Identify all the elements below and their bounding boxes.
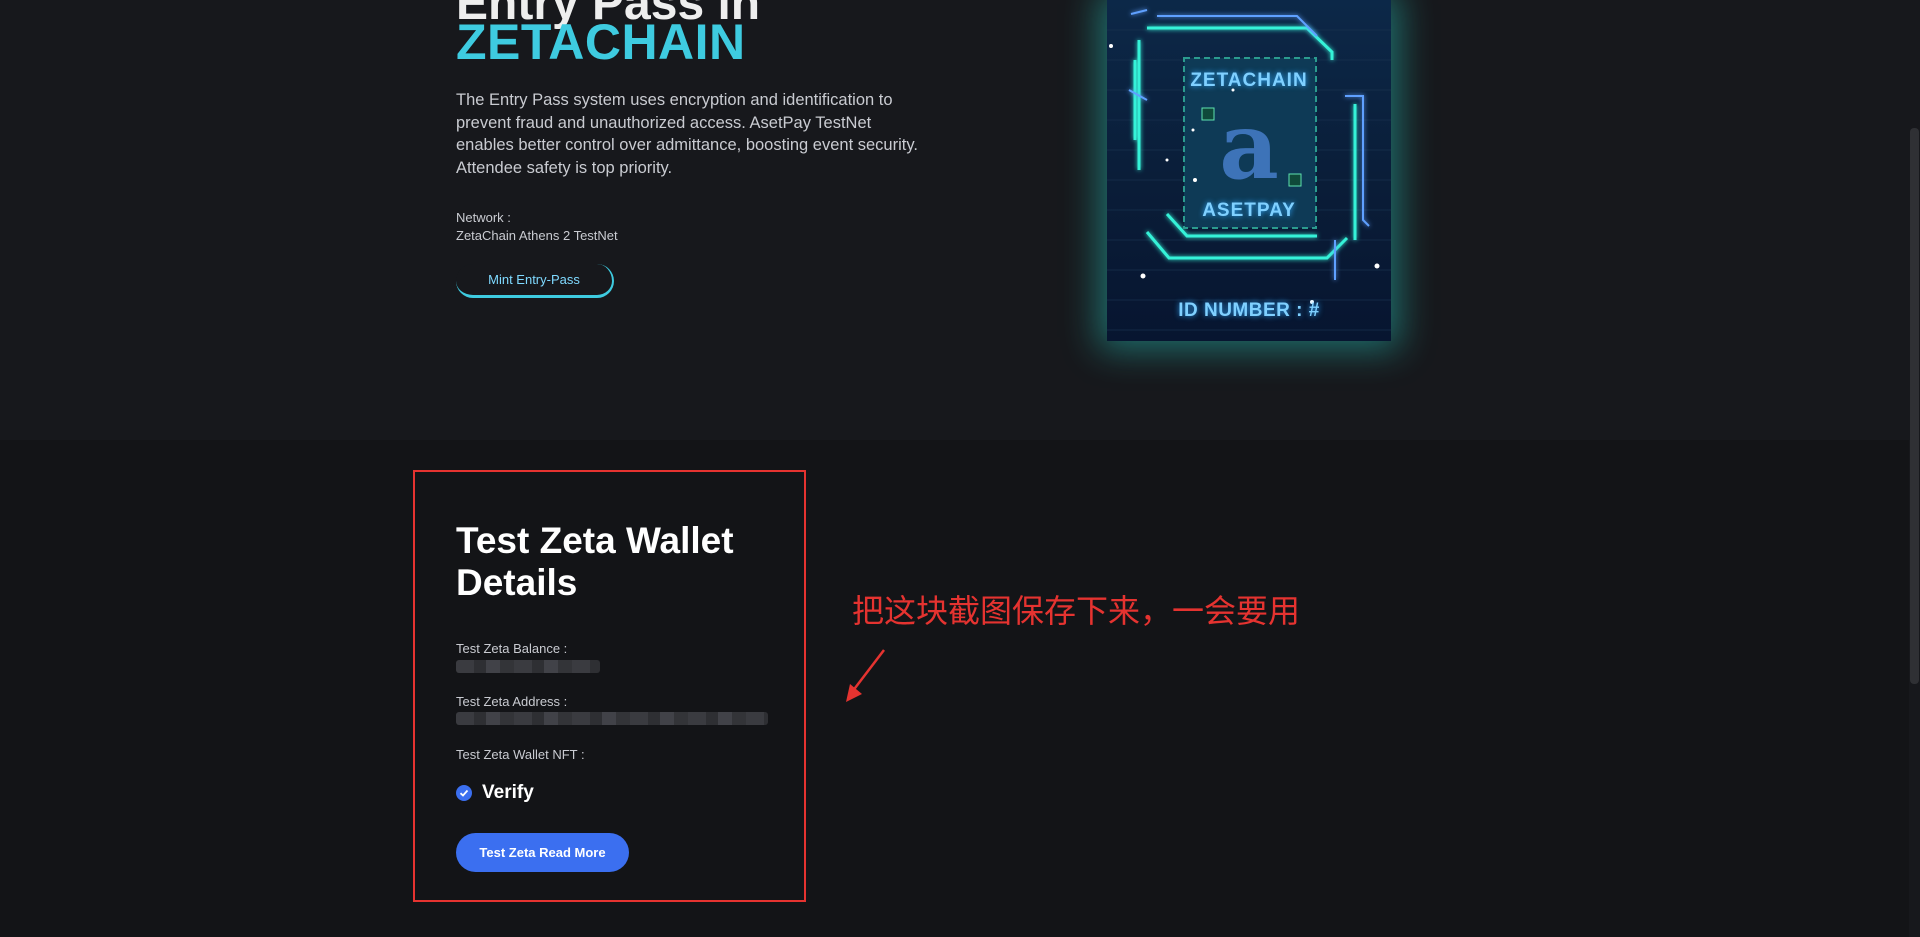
arrow-icon: [846, 649, 885, 702]
network-label: Network :: [456, 210, 511, 225]
nft-brand-bottom: ASETPAY: [1202, 200, 1296, 221]
nft-brand-top: ZETACHAIN: [1190, 70, 1308, 91]
scrollbar-thumb[interactable]: [1910, 128, 1919, 684]
hero-title: ZETACHAIN: [456, 14, 746, 70]
wallet-section: [0, 440, 1920, 937]
entry-pass-nft-image: ZETACHAIN a ASETPAY ID NUMBER : #: [1107, 0, 1391, 341]
mint-entry-pass-button[interactable]: Mint Entry-Pass: [456, 264, 614, 298]
verify-status: Verify: [456, 782, 534, 804]
address-label: Test Zeta Address :: [456, 694, 568, 709]
nft-id-number: ID NUMBER : #: [1178, 300, 1320, 321]
wallet-nft-label: Test Zeta Wallet NFT :: [456, 747, 585, 762]
annotation-note: 把这块截图保存下来，一会要用: [852, 592, 1301, 630]
network-value: ZetaChain Athens 2 TestNet: [456, 228, 618, 243]
test-zeta-read-more-button[interactable]: Test Zeta Read More: [456, 833, 629, 872]
balance-value-redacted: [456, 660, 600, 673]
page-scrollbar[interactable]: [1909, 0, 1920, 937]
balance-label: Test Zeta Balance :: [456, 641, 568, 656]
hero-section: [0, 0, 1920, 440]
asetpay-logo-icon: a: [1219, 92, 1279, 200]
address-value-redacted: [456, 712, 768, 725]
check-circle-icon: [456, 785, 472, 801]
wallet-details-title: Test Zeta Wallet Details: [456, 520, 734, 603]
verify-label: Verify: [482, 782, 534, 803]
hero-description: The Entry Pass system uses encryption an…: [456, 91, 918, 177]
